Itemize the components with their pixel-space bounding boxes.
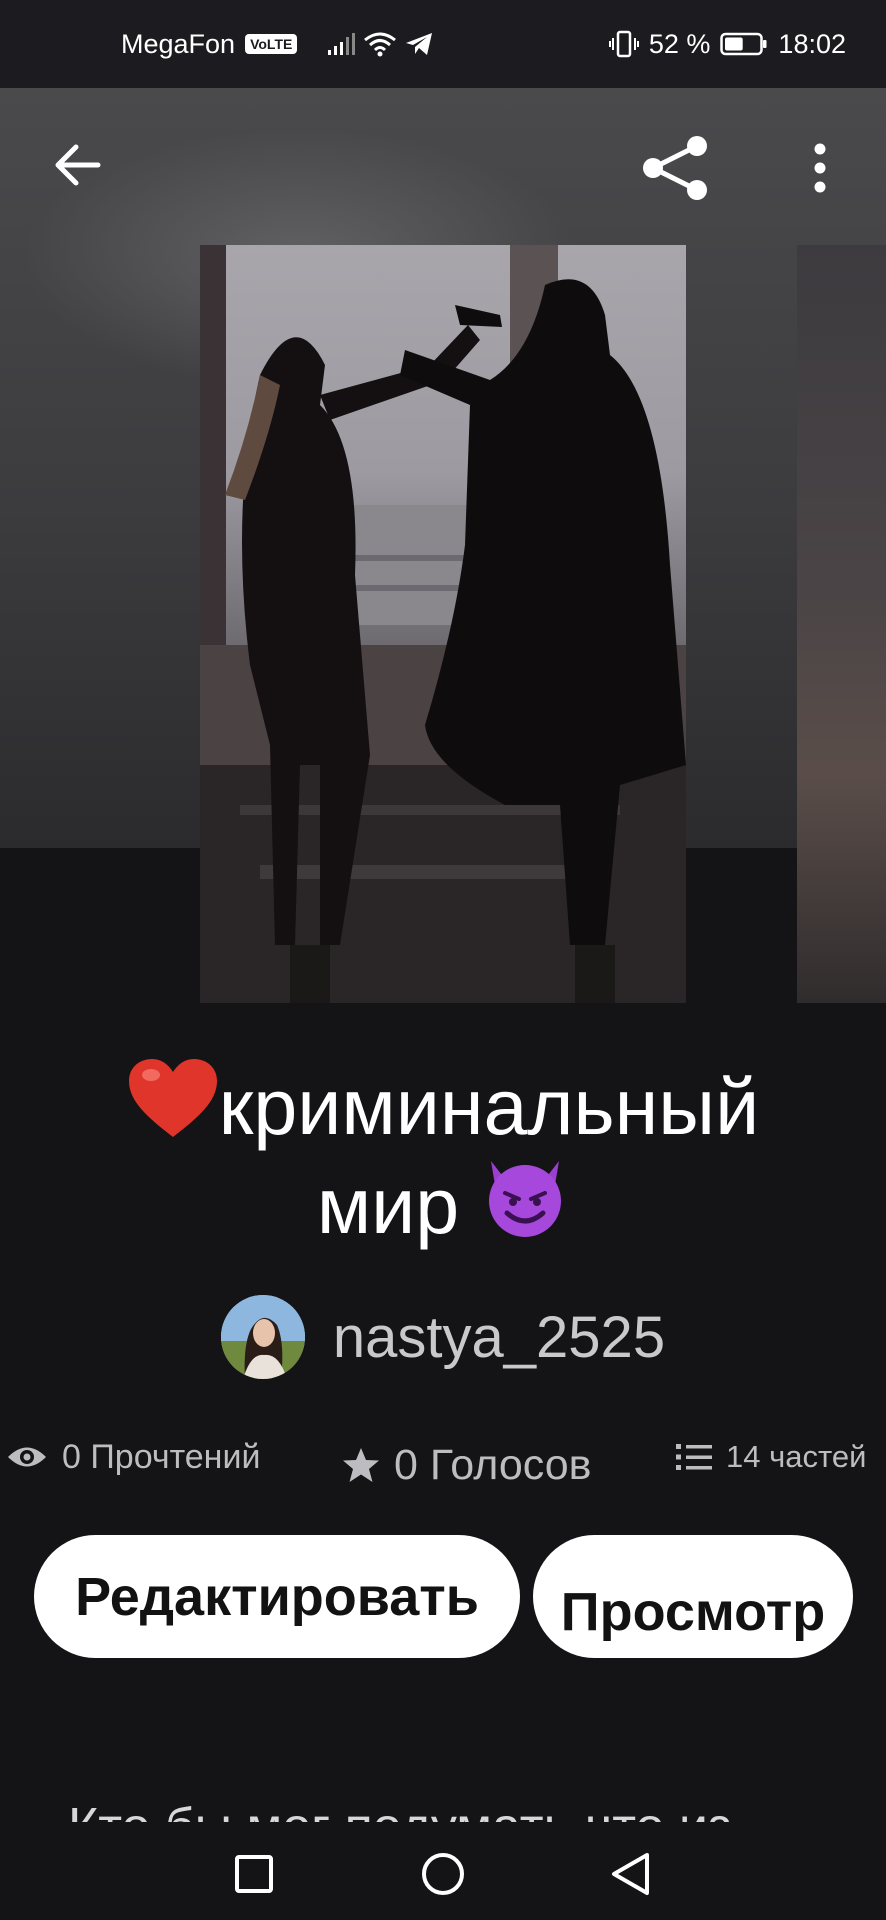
square-icon — [235, 1855, 273, 1893]
list-icon — [676, 1444, 712, 1470]
parts-stat[interactable]: 14 частей — [676, 1432, 866, 1482]
recents-button[interactable] — [224, 1844, 284, 1904]
parts-count: 14 частей — [726, 1439, 867, 1474]
story-cover-image[interactable] — [200, 245, 686, 1003]
share-icon — [643, 136, 707, 200]
votes-stat: 0 Голосов — [342, 1437, 591, 1493]
story-details-screen: MegaFon VoLTE 52 % 18:02 криминальный ми… — [0, 0, 886, 1920]
arrow-left-icon — [55, 144, 101, 186]
red-heart-icon — [127, 1057, 219, 1159]
star-icon — [343, 1448, 379, 1482]
status-bar: MegaFon VoLTE 52 % 18:02 — [0, 0, 886, 88]
status-right: 52 % 18:02 — [608, 0, 846, 88]
reads-count: 0 Прочтений — [62, 1437, 261, 1476]
back-button[interactable] — [44, 132, 110, 198]
signal-icon — [328, 33, 356, 55]
network-icons — [327, 31, 433, 57]
votes-count: 0 Голосов — [394, 1440, 592, 1489]
title-line-2: мир — [316, 1161, 460, 1251]
more-vert-icon — [814, 143, 826, 193]
author-name[interactable]: nastya_2525 — [333, 1304, 665, 1371]
more-options-button[interactable] — [790, 128, 850, 208]
author-avatar[interactable] — [220, 1295, 305, 1379]
battery-percent: 52 % — [648, 28, 711, 59]
eye-icon — [8, 1447, 46, 1467]
wifi-icon — [364, 32, 397, 57]
system-nav-bar — [0, 1822, 886, 1920]
reads-stat: 0 Прочтений — [6, 1432, 260, 1482]
battery-icon — [720, 32, 767, 56]
vibrate-icon — [608, 30, 639, 58]
smiling-devil-icon — [481, 1155, 569, 1259]
circle-icon — [422, 1853, 464, 1895]
carrier-name: MegaFon — [121, 28, 236, 59]
home-button[interactable] — [413, 1844, 473, 1904]
triangle-back-icon — [612, 1853, 649, 1895]
edit-button[interactable]: Редактировать — [34, 1535, 520, 1658]
description-viewport: Кто бы мог подумать что из — [0, 1785, 886, 1822]
status-left: MegaFon VoLTE — [121, 0, 433, 88]
share-button[interactable] — [635, 128, 715, 208]
story-description: Кто бы мог подумать что из — [68, 1797, 732, 1822]
telegram-icon — [406, 33, 433, 55]
author-row[interactable]: nastya_2525 — [0, 1295, 886, 1379]
preview-button[interactable]: Просмотр — [533, 1535, 853, 1658]
back-nav-button[interactable] — [600, 1844, 660, 1904]
next-cover-peek[interactable] — [797, 245, 886, 1003]
clock: 18:02 — [778, 28, 846, 59]
cover-artwork — [200, 245, 686, 1003]
story-title: криминальный мир — [60, 1057, 826, 1259]
story-stats: 0 Прочтений 0 Голосов 14 частей — [0, 1432, 886, 1492]
title-line-1: криминальный — [218, 1062, 760, 1151]
volte-badge: VoLTE — [245, 34, 298, 54]
